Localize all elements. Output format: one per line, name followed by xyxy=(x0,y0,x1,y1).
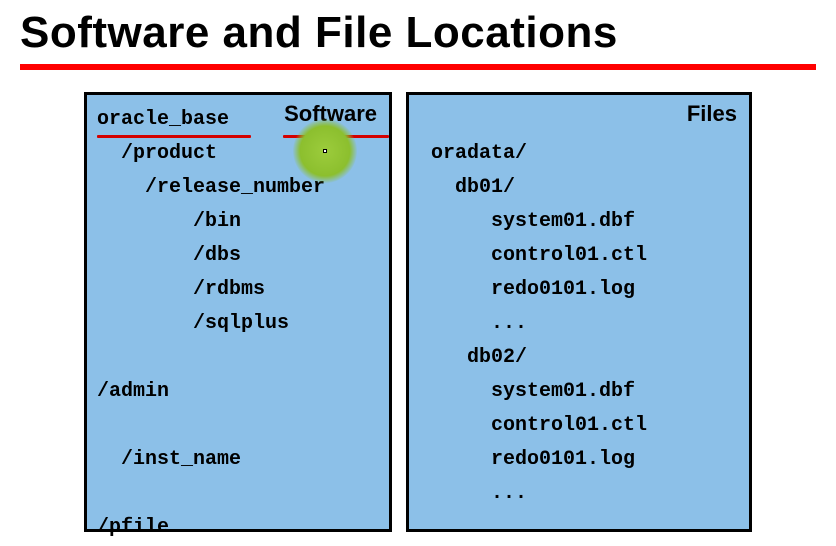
tree-line: redo0101.log xyxy=(419,273,739,307)
tree-line xyxy=(97,477,379,511)
tree-line: /release_number xyxy=(97,171,379,205)
files-panel: Files oradata/ db01/ system01.dbf contro… xyxy=(406,92,752,532)
tree-line: db01/ xyxy=(419,171,739,205)
underline-mark-icon xyxy=(283,135,389,138)
tree-line: /sqlplus xyxy=(97,307,379,341)
tree-line xyxy=(97,341,379,375)
cursor-dot-icon xyxy=(323,149,327,153)
tree-line: /pfile xyxy=(97,511,379,545)
tree-line: redo0101.log xyxy=(419,443,739,477)
tree-line: /bin xyxy=(97,205,379,239)
tree-line: /rdbms xyxy=(97,273,379,307)
tree-line: control01.ctl xyxy=(419,239,739,273)
tree-line: ... xyxy=(419,307,739,341)
software-panel: Software oracle_base /product /release_n… xyxy=(84,92,392,532)
page-title: Software and File Locations xyxy=(0,0,836,60)
tree-line: /admin xyxy=(97,375,379,409)
tree-line: /inst_name xyxy=(97,443,379,477)
tree-line: system01.dbf xyxy=(419,205,739,239)
tree-line: oradata/ xyxy=(419,137,739,171)
software-panel-label: Software xyxy=(284,101,377,127)
tree-line: ... xyxy=(419,477,739,511)
panels-container: Software oracle_base /product /release_n… xyxy=(0,70,836,532)
tree-line xyxy=(97,409,379,443)
tree-line: control01.ctl xyxy=(419,409,739,443)
tree-line: /product xyxy=(97,137,379,171)
tree-line: db02/ xyxy=(419,341,739,375)
underline-mark-icon xyxy=(97,135,251,138)
tree-line: /dbs xyxy=(97,239,379,273)
files-panel-label: Files xyxy=(687,101,737,127)
tree-line: system01.dbf xyxy=(419,375,739,409)
